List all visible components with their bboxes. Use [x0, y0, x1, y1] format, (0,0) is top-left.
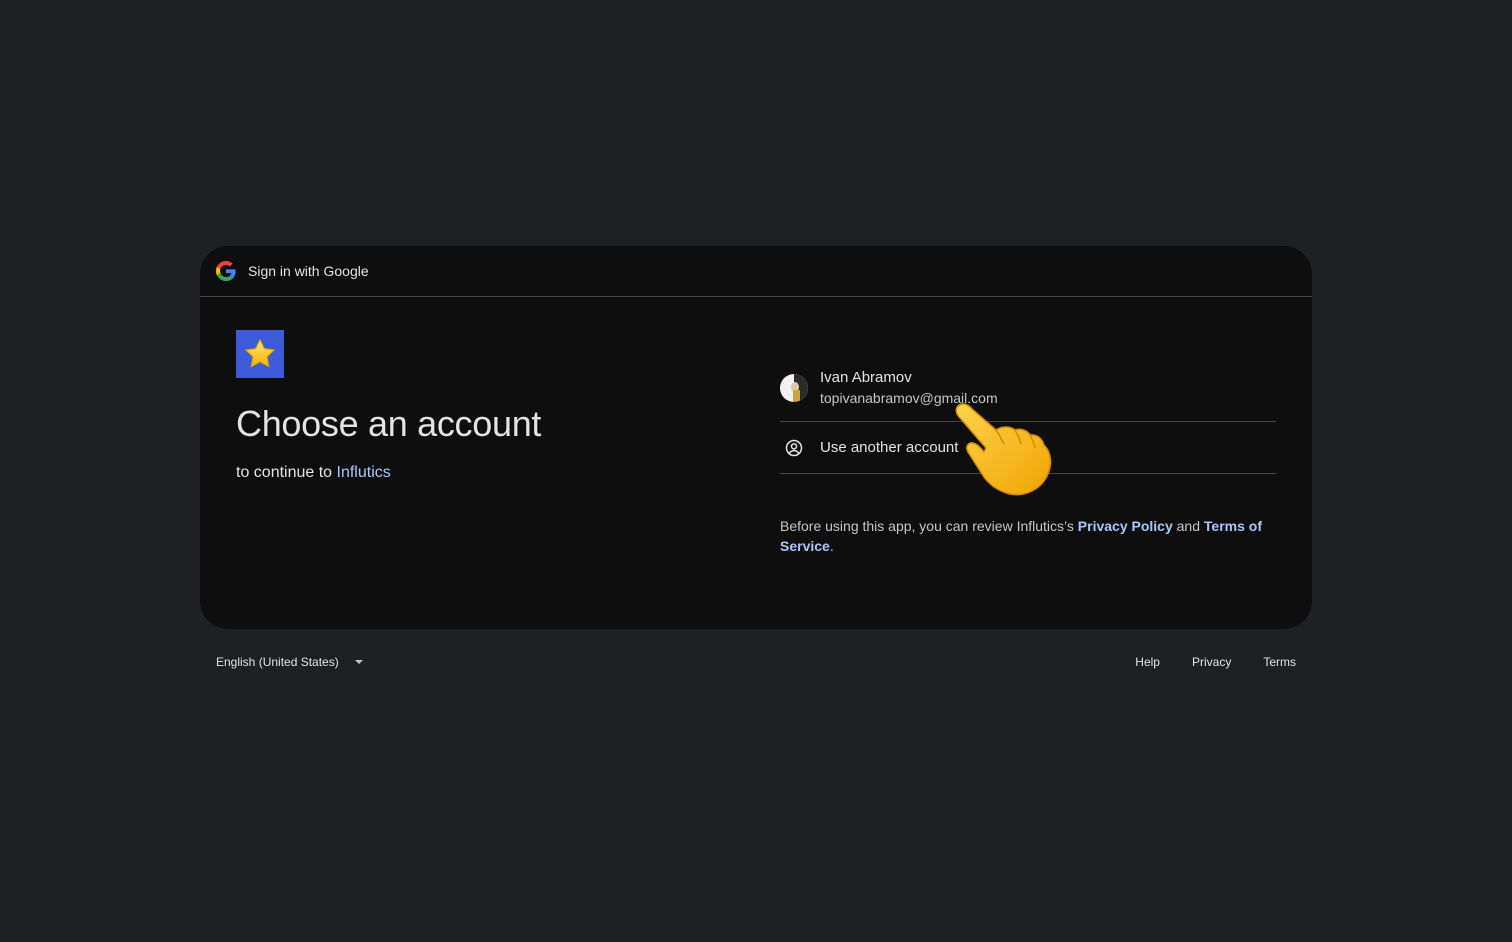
subtitle: to continue to Influtics — [236, 464, 736, 482]
policy-prefix: Before using this app, you can review In… — [780, 518, 1078, 534]
use-another-account-button[interactable]: Use another account — [780, 422, 1276, 474]
footer-links: Help Privacy Terms — [1103, 655, 1312, 669]
privacy-link[interactable]: Privacy — [1192, 655, 1231, 669]
google-g-icon — [216, 261, 236, 281]
header-title: Sign in with Google — [248, 263, 369, 279]
subtitle-prefix: to continue to — [236, 464, 337, 481]
avatar — [780, 373, 808, 402]
star-icon — [245, 338, 275, 368]
account-name: Ivan Abramov — [820, 368, 912, 386]
right-column: Ivan Abramov topivanabramov@gmail.com Us… — [780, 354, 1276, 556]
account-item[interactable]: Ivan Abramov topivanabramov@gmail.com — [780, 354, 1276, 422]
policy-suffix: . — [829, 538, 834, 554]
terms-link[interactable]: Terms — [1263, 655, 1296, 669]
card-header: Sign in with Google — [200, 246, 1312, 297]
left-column: Choose an account to continue to Influti… — [236, 330, 736, 482]
account-email: topivanabramov@gmail.com — [820, 389, 998, 406]
person-circle-icon — [780, 438, 808, 458]
privacy-policy-link[interactable]: Privacy Policy — [1078, 518, 1173, 534]
app-logo — [236, 330, 284, 378]
page-title: Choose an account — [236, 403, 542, 444]
policy-and: and — [1172, 518, 1204, 534]
language-label: English (United States) — [216, 655, 339, 669]
sign-in-card: Sign in with Google Choose an account to… — [200, 246, 1312, 629]
caret-down-icon — [354, 660, 363, 664]
account-info: Ivan Abramov topivanabramov@gmail.com — [820, 368, 998, 408]
footer: English (United States) Help Privacy Ter… — [200, 650, 1312, 674]
use-another-account-label: Use another account — [820, 439, 959, 456]
language-selector[interactable]: English (United States) — [200, 655, 363, 669]
app-name-link[interactable]: Influtics — [337, 464, 391, 481]
help-link[interactable]: Help — [1135, 655, 1160, 669]
policy-text: Before using this app, you can review In… — [780, 516, 1276, 556]
